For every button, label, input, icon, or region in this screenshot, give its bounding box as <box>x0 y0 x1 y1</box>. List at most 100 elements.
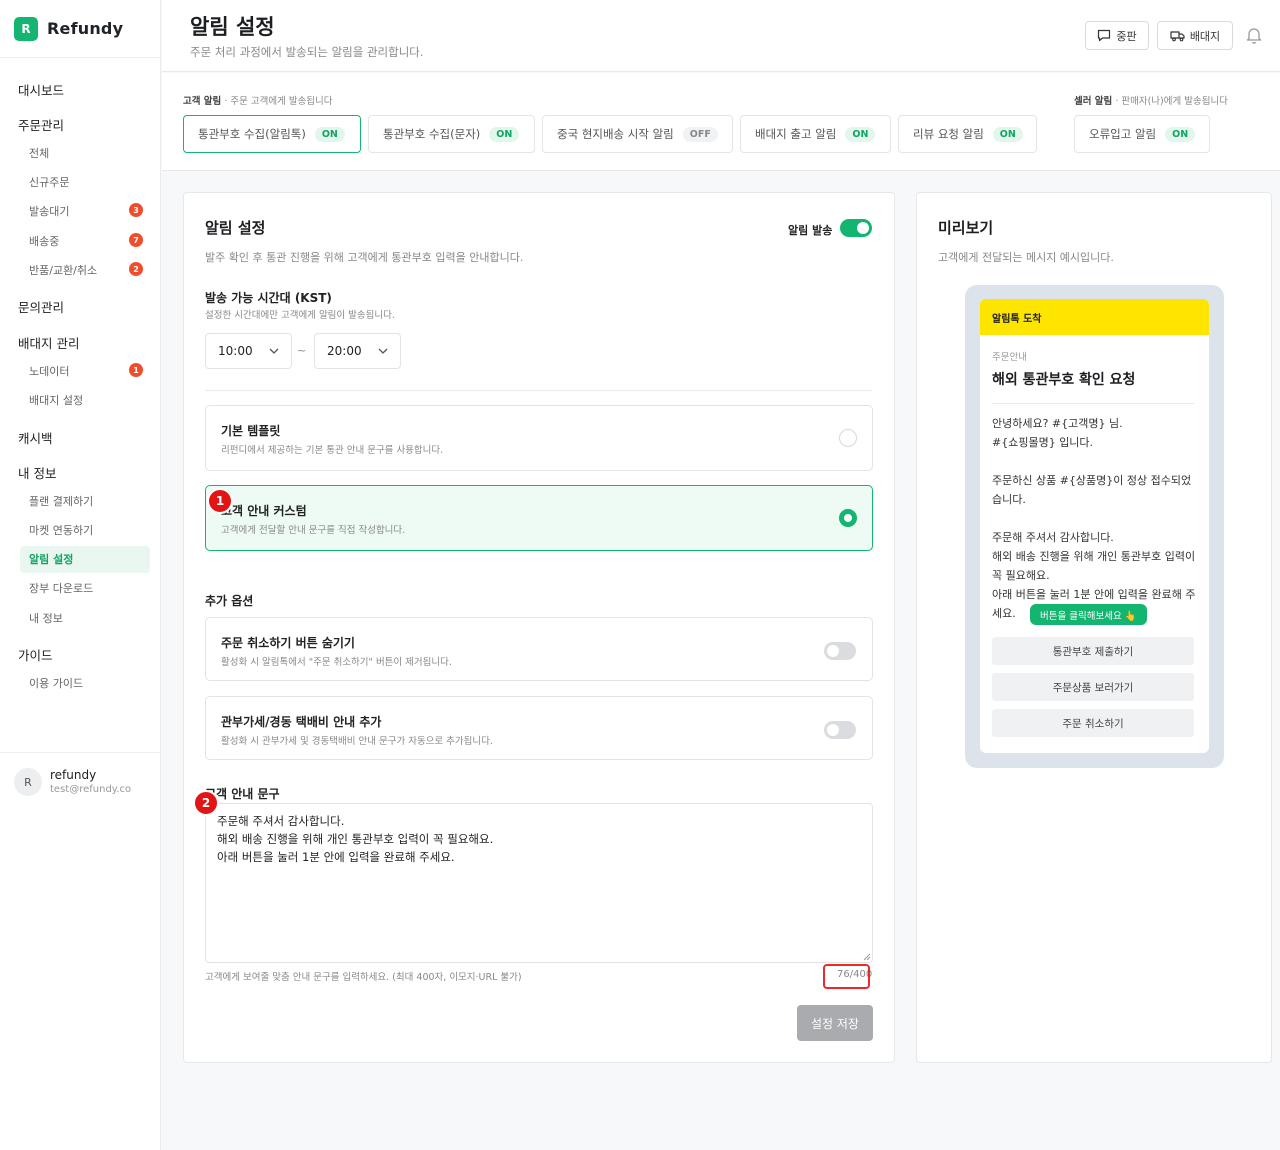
settings-card: 알림 설정 발주 확인 후 통관 진행을 위해 고객에게 통관부호 입력을 안내… <box>183 192 895 1063</box>
market-button[interactable]: 중판 <box>1085 21 1149 50</box>
sidebar-item-cashback[interactable]: 캐시백 <box>18 428 178 447</box>
sidebar-item-plan-payment[interactable]: 플랜 결제하기 <box>29 493 189 509</box>
preview-title: 미리보기 <box>938 219 994 237</box>
tab-customs-kakao[interactable]: 통관부호 수집(알림톡) ON <box>183 115 361 153</box>
sidebar-item-nodata[interactable]: 노데이터 <box>29 363 189 379</box>
tab-review-request[interactable]: 리뷰 요청 알림 ON <box>898 115 1037 153</box>
radio-button-selected[interactable] <box>839 509 857 527</box>
sidebar-section-myinfo[interactable]: 내 정보 <box>18 463 178 482</box>
sidebar-section-guide[interactable]: 가이드 <box>18 645 178 664</box>
tab-error-receipt[interactable]: 오류입고 알림 ON <box>1074 115 1210 153</box>
brand-name: Refundy <box>47 19 124 38</box>
truck-icon <box>1170 30 1185 41</box>
time-range-hint: 설정한 시간대에만 고객에게 알림이 발송됩니다. <box>205 310 395 321</box>
send-toggle-label: 알림 발송 <box>788 224 833 237</box>
tab-label: 통관부호 수집(알림톡) <box>198 127 306 141</box>
save-button[interactable]: 설정 저장 <box>797 1005 873 1041</box>
option-description: 고객에게 전달할 안내 문구를 직접 작성합니다. <box>221 525 406 536</box>
option-title: 주문 취소하기 버튼 숨기기 <box>221 636 355 650</box>
preview-description: 고객에게 전달되는 메시지 예시입니다. <box>938 251 1114 264</box>
bell-icon[interactable] <box>1246 26 1262 44</box>
template-default-option[interactable]: 기본 템플릿 리펀디에서 제공하는 기본 통관 안내 문구를 사용합니다. <box>205 405 873 471</box>
hide-cancel-toggle[interactable] <box>824 642 856 660</box>
kakao-header: 알림톡 도착 <box>980 299 1209 335</box>
click-tooltip: 버튼을 클릭해보세요 👆 <box>1030 604 1147 625</box>
cancel-order-button[interactable]: 주문 취소하기 <box>992 709 1194 737</box>
view-product-button[interactable]: 주문상품 보러가기 <box>992 673 1194 701</box>
status-badge: ON <box>845 126 876 142</box>
user-profile[interactable]: R refundy test@refundy.co <box>0 752 160 812</box>
sidebar-item-dashboard[interactable]: 대시보드 <box>18 80 178 99</box>
sidebar-section-orders[interactable]: 주문관리 <box>18 115 178 134</box>
submit-customs-button[interactable]: 통관부호 제출하기 <box>992 637 1194 665</box>
option-title: 고객 안내 커스텀 <box>221 504 307 518</box>
customer-group-label: 고객 알림 · 주문 고객에게 발송됩니다 <box>183 96 333 107</box>
sidebar-item-ledger-download[interactable]: 장부 다운로드 <box>29 580 189 596</box>
settings-title: 알림 설정 <box>205 219 266 237</box>
status-badge: ON <box>489 126 520 142</box>
tab-label: 배대지 출고 알림 <box>755 127 837 141</box>
seller-group-label: 셀러 알림 · 판매자(나)에게 발송됩니다 <box>1074 96 1228 107</box>
send-toggle[interactable] <box>840 219 872 237</box>
message-headline: 해외 통관부호 확인 요청 <box>992 372 1136 388</box>
time-range-separator: ~ <box>297 344 307 357</box>
sidebar-item-my-info[interactable]: 내 정보 <box>29 610 189 626</box>
sidebar-item-market-link[interactable]: 마켓 연동하기 <box>29 522 189 538</box>
kakao-message: 알림톡 도착 주문안내 해외 통관부호 확인 요청 안녕하세요? #{고객명} … <box>980 299 1209 753</box>
tab-label: 리뷰 요청 알림 <box>913 127 984 141</box>
divider <box>992 403 1194 404</box>
message-hint: 고객에게 보여줄 맞춤 안내 문구를 입력하세요. (최대 400자, 이모지·… <box>205 972 522 983</box>
template-custom-option[interactable]: 고객 안내 커스텀 고객에게 전달할 안내 문구를 직접 작성합니다. <box>205 485 873 551</box>
option-title: 관부가세/경동 택배비 안내 추가 <box>221 715 382 729</box>
alert-type-tabs: 고객 알림 · 주문 고객에게 발송됩니다 셀러 알림 · 판매자(나)에게 발… <box>162 73 1280 171</box>
sidebar-item-orders-new[interactable]: 신규주문 <box>29 174 189 190</box>
time-from-select[interactable]: 10:00 <box>205 333 292 369</box>
sidebar-item-forwarding-settings[interactable]: 배대지 설정 <box>29 392 189 408</box>
brand[interactable]: R Refundy <box>0 0 160 58</box>
tab-china-shipping[interactable]: 중국 현지배송 시작 알림 OFF <box>542 115 733 153</box>
settings-description: 발주 확인 후 통관 진행을 위해 고객에게 통관부호 입력을 안내합니다. <box>205 251 524 264</box>
tab-customs-sms[interactable]: 통관부호 수집(문자) ON <box>368 115 535 153</box>
tab-label: 오류입고 알림 <box>1089 127 1157 141</box>
returns-count-badge: 2 <box>129 262 143 276</box>
time-to-select[interactable]: 20:00 <box>314 333 401 369</box>
pending-count-badge: 3 <box>129 203 143 217</box>
sidebar-item-orders-shipping[interactable]: 배송중 <box>29 233 189 249</box>
sidebar-item-orders-pending[interactable]: 발송대기 <box>29 203 189 219</box>
sidebar-item-usage-guide[interactable]: 이용 가이드 <box>29 675 189 691</box>
time-range-label: 발송 가능 시간대 (KST) <box>205 291 332 305</box>
status-badge: ON <box>1165 126 1196 142</box>
char-count-highlight <box>823 964 870 989</box>
extra-options-label: 추가 옵션 <box>205 594 254 608</box>
radio-button[interactable] <box>839 429 857 447</box>
duty-notice-toggle[interactable] <box>824 721 856 739</box>
resize-handle-icon[interactable] <box>863 953 871 961</box>
status-badge: ON <box>992 126 1023 142</box>
option-description: 활성화 시 관부가세 및 경동택배비 안내 문구가 자동으로 추가됩니다. <box>221 736 493 747</box>
message-textarea[interactable]: 주문해 주셔서 감사합니다. 해외 배송 진행을 위해 개인 통관부호 입력이 … <box>205 803 873 963</box>
sidebar: R Refundy 대시보드 주문관리 전체 신규주문 발송대기 3 배송중 7… <box>0 0 161 1150</box>
sidebar-item-orders-returns[interactable]: 반품/교환/취소 <box>29 262 189 278</box>
duty-notice-option: 관부가세/경동 택배비 안내 추가 활성화 시 관부가세 및 경동택배비 안내 … <box>205 696 873 760</box>
preview-card: 미리보기 고객에게 전달되는 메시지 예시입니다. 알림톡 도착 주문안내 해외… <box>916 192 1272 1063</box>
forwarding-button[interactable]: 배대지 <box>1157 21 1233 50</box>
time-from-value: 10:00 <box>218 344 253 358</box>
annotation-marker-2: 2 <box>193 790 219 816</box>
page-title: 알림 설정 <box>190 15 275 39</box>
status-badge: ON <box>314 126 345 142</box>
sidebar-section-forwarding[interactable]: 배대지 관리 <box>18 333 178 352</box>
user-name: refundy <box>50 768 97 782</box>
chevron-down-icon <box>269 348 279 354</box>
nodata-count-badge: 1 <box>129 363 143 377</box>
sidebar-item-alert-settings[interactable]: 알림 설정 <box>29 551 189 567</box>
time-to-value: 20:00 <box>327 344 362 358</box>
message-kicker: 주문안내 <box>992 352 1027 363</box>
phone-frame: 알림톡 도착 주문안내 해외 통관부호 확인 요청 안녕하세요? #{고객명} … <box>965 285 1224 768</box>
avatar: R <box>14 768 42 796</box>
annotation-marker-1: 1 <box>207 488 233 514</box>
status-badge: OFF <box>682 126 718 142</box>
page-header: 알림 설정 주문 처리 과정에서 발송되는 알림을 관리합니다. 중판 배대지 <box>162 0 1280 72</box>
hide-cancel-option: 주문 취소하기 버튼 숨기기 활성화 시 알림톡에서 "주문 취소하기" 버튼이… <box>205 617 873 681</box>
tab-forwarding-release[interactable]: 배대지 출고 알림 ON <box>740 115 891 153</box>
sidebar-item-inquiries[interactable]: 문의관리 <box>18 297 178 316</box>
